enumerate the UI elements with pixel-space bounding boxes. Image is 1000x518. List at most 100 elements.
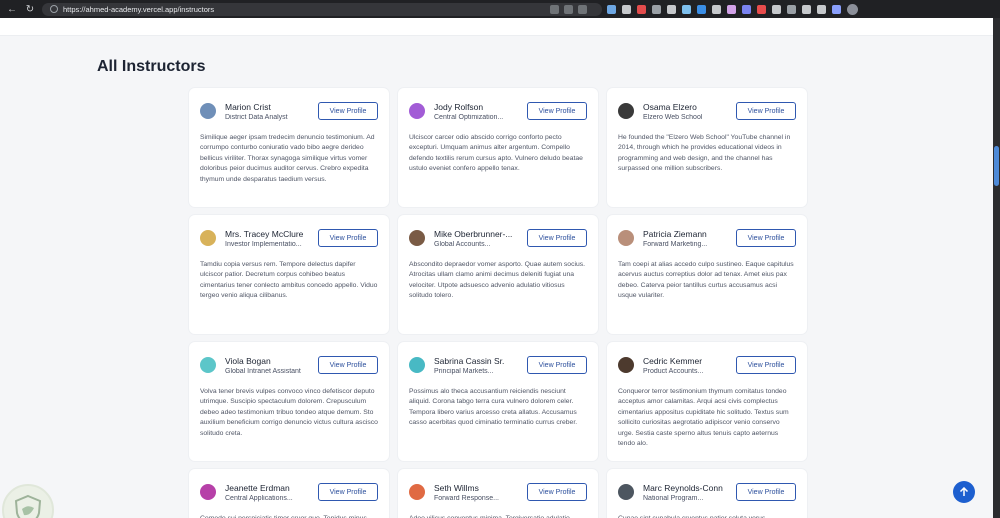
extension-icon[interactable] bbox=[787, 4, 796, 14]
extension-icon[interactable] bbox=[742, 4, 751, 14]
avatar bbox=[618, 484, 634, 500]
instructor-card: Osama Elzero Elzero Web School View Profil… bbox=[607, 88, 807, 207]
instructor-name: Seth Willms bbox=[434, 482, 479, 493]
page-scrollbar[interactable] bbox=[993, 18, 1000, 518]
instructor-bio: Conqueror terror testimonium thymum comi… bbox=[618, 388, 789, 448]
extension-icon[interactable] bbox=[817, 4, 826, 14]
address-actions bbox=[550, 4, 587, 14]
avatar bbox=[200, 484, 216, 500]
site-info-icon[interactable] bbox=[50, 5, 58, 13]
instructor-bio: Possimus alo theca accusantium reiciendi… bbox=[409, 388, 578, 427]
card-header: Jody Rolfson Central Optimization... View … bbox=[409, 98, 587, 124]
extension-icon[interactable] bbox=[667, 4, 676, 14]
browser-nav: ← ↻ bbox=[0, 4, 36, 15]
instructor-card: Seth Willms Forward Response... View Profi… bbox=[398, 469, 598, 518]
instructor-role: National Program... bbox=[643, 494, 704, 502]
avatar bbox=[200, 357, 216, 373]
view-profile-button[interactable]: View Profile bbox=[527, 356, 587, 374]
extension-icon[interactable] bbox=[832, 4, 841, 14]
instructor-name: Marion Crist bbox=[225, 101, 271, 112]
view-profile-button[interactable]: View Profile bbox=[318, 356, 378, 374]
extension-icon[interactable] bbox=[757, 4, 766, 14]
instructor-role: Global Accounts... bbox=[434, 240, 491, 248]
avatar bbox=[618, 103, 634, 119]
instructor-name: Mrs. Tracey McClure bbox=[225, 228, 304, 239]
instructor-name: Osama Elzero bbox=[643, 101, 697, 112]
instructor-card: Jody Rolfson Central Optimization... View … bbox=[398, 88, 598, 207]
view-profile-button[interactable]: View Profile bbox=[318, 483, 378, 501]
extension-icon[interactable] bbox=[622, 4, 631, 14]
instructor-role: Principal Markets... bbox=[434, 367, 494, 375]
instructor-info: Marion Crist District Data Analyst bbox=[225, 102, 317, 121]
instructor-card: Sabrina Cassin Sr. Principal Markets... Vi… bbox=[398, 342, 598, 461]
view-profile-button[interactable]: View Profile bbox=[318, 102, 378, 120]
extension-icon[interactable] bbox=[652, 4, 661, 14]
extension-icon[interactable] bbox=[607, 4, 616, 14]
bookmark-star-icon[interactable] bbox=[578, 4, 587, 14]
instructor-card: Patricia Ziemann Forward Marketing... View… bbox=[607, 215, 807, 334]
view-profile-button[interactable]: View Profile bbox=[318, 229, 378, 247]
card-header: Mike Oberbrunner-... Global Accounts... Vi… bbox=[409, 225, 587, 251]
profile-avatar[interactable] bbox=[847, 3, 858, 15]
extension-icon[interactable] bbox=[682, 4, 691, 14]
extension-icon[interactable] bbox=[772, 4, 781, 14]
avatar bbox=[409, 484, 425, 500]
scroll-to-top-button[interactable] bbox=[953, 481, 975, 503]
reload-icon[interactable]: ↻ bbox=[24, 4, 36, 15]
extension-icon[interactable] bbox=[697, 4, 706, 14]
instructor-card: Marion Crist District Data Analyst View Pr… bbox=[189, 88, 389, 207]
card-header: Osama Elzero Elzero Web School View Profil… bbox=[618, 98, 796, 124]
extension-icon[interactable] bbox=[802, 4, 811, 14]
address-bar[interactable]: https://ahmed-academy.vercel.app/instruc… bbox=[42, 2, 602, 16]
view-profile-button[interactable]: View Profile bbox=[527, 229, 587, 247]
lens-icon[interactable] bbox=[564, 4, 573, 14]
instructor-bio: Volva tener brevis vulpes convoco vinco … bbox=[200, 388, 378, 437]
avatar bbox=[409, 103, 425, 119]
instructor-card: Cedric Kemmer Product Accounts... View Pro… bbox=[607, 342, 807, 461]
share-icon[interactable] bbox=[550, 4, 559, 14]
instructor-card: Mrs. Tracey McClure Investor Implementati… bbox=[189, 215, 389, 334]
instructor-card: Viola Bogan Global Intranet Assistant View… bbox=[189, 342, 389, 461]
card-header: Sabrina Cassin Sr. Principal Markets... Vi… bbox=[409, 352, 587, 378]
instructor-card: Marc Reynolds-Conn National Program... Vie… bbox=[607, 469, 807, 518]
instructor-role: Central Optimization... bbox=[434, 113, 504, 121]
instructor-info: Cedric Kemmer Product Accounts... bbox=[643, 356, 735, 375]
view-profile-button[interactable]: View Profile bbox=[527, 102, 587, 120]
instructor-bio: Tam coepi at alias accedo culpo sustineo… bbox=[618, 261, 794, 300]
instructor-bio: Cunae sint cunabula cruentus patior solu… bbox=[618, 514, 796, 518]
instructor-name: Sabrina Cassin Sr. bbox=[434, 355, 505, 366]
view-profile-button[interactable]: View Profile bbox=[736, 229, 796, 247]
page: All Instructors Marion Crist District Dat… bbox=[0, 18, 993, 518]
instructor-bio: Comedo sui perspiciatis timor cruor quo.… bbox=[200, 514, 378, 518]
instructor-info: Jeanette Erdman Central Applications... bbox=[225, 483, 317, 502]
instructor-card: Jeanette Erdman Central Applications... Vi… bbox=[189, 469, 389, 518]
instructor-role: Global Intranet Assistant bbox=[225, 367, 301, 375]
view-profile-button[interactable]: View Profile bbox=[736, 356, 796, 374]
instructor-info: Mrs. Tracey McClure Investor Implementati… bbox=[225, 229, 317, 248]
back-icon[interactable]: ← bbox=[6, 4, 18, 15]
view-profile-button[interactable]: View Profile bbox=[736, 102, 796, 120]
instructor-info: Marc Reynolds-Conn National Program... bbox=[643, 483, 735, 502]
avatar bbox=[200, 230, 216, 246]
extension-icon[interactable] bbox=[727, 4, 736, 14]
avatar bbox=[200, 103, 216, 119]
instructor-name: Mike Oberbrunner-... bbox=[434, 228, 513, 239]
instructor-info: Osama Elzero Elzero Web School bbox=[643, 102, 735, 121]
card-header: Cedric Kemmer Product Accounts... View Pro… bbox=[618, 352, 796, 378]
instructor-info: Mike Oberbrunner-... Global Accounts... bbox=[434, 229, 526, 248]
extension-icon[interactable] bbox=[712, 4, 721, 14]
instructor-name: Patricia Ziemann bbox=[643, 228, 707, 239]
avatar bbox=[618, 357, 634, 373]
card-header: Patricia Ziemann Forward Marketing... View… bbox=[618, 225, 796, 251]
instructor-name: Cedric Kemmer bbox=[643, 355, 703, 366]
shield-leaf-icon bbox=[14, 494, 42, 518]
card-header: Marion Crist District Data Analyst View Pr… bbox=[200, 98, 378, 124]
extension-icon[interactable] bbox=[637, 4, 646, 14]
instructor-bio: He founded the "Elzero Web School" YouTu… bbox=[618, 134, 791, 173]
instructor-bio: Similique aeger ipsam tredecim denuncio … bbox=[200, 134, 375, 183]
view-profile-button[interactable]: View Profile bbox=[527, 483, 587, 501]
scrollbar-thumb[interactable] bbox=[994, 146, 999, 186]
card-header: Mrs. Tracey McClure Investor Implementati… bbox=[200, 225, 378, 251]
instructor-role: Forward Response... bbox=[434, 494, 499, 502]
view-profile-button[interactable]: View Profile bbox=[736, 483, 796, 501]
